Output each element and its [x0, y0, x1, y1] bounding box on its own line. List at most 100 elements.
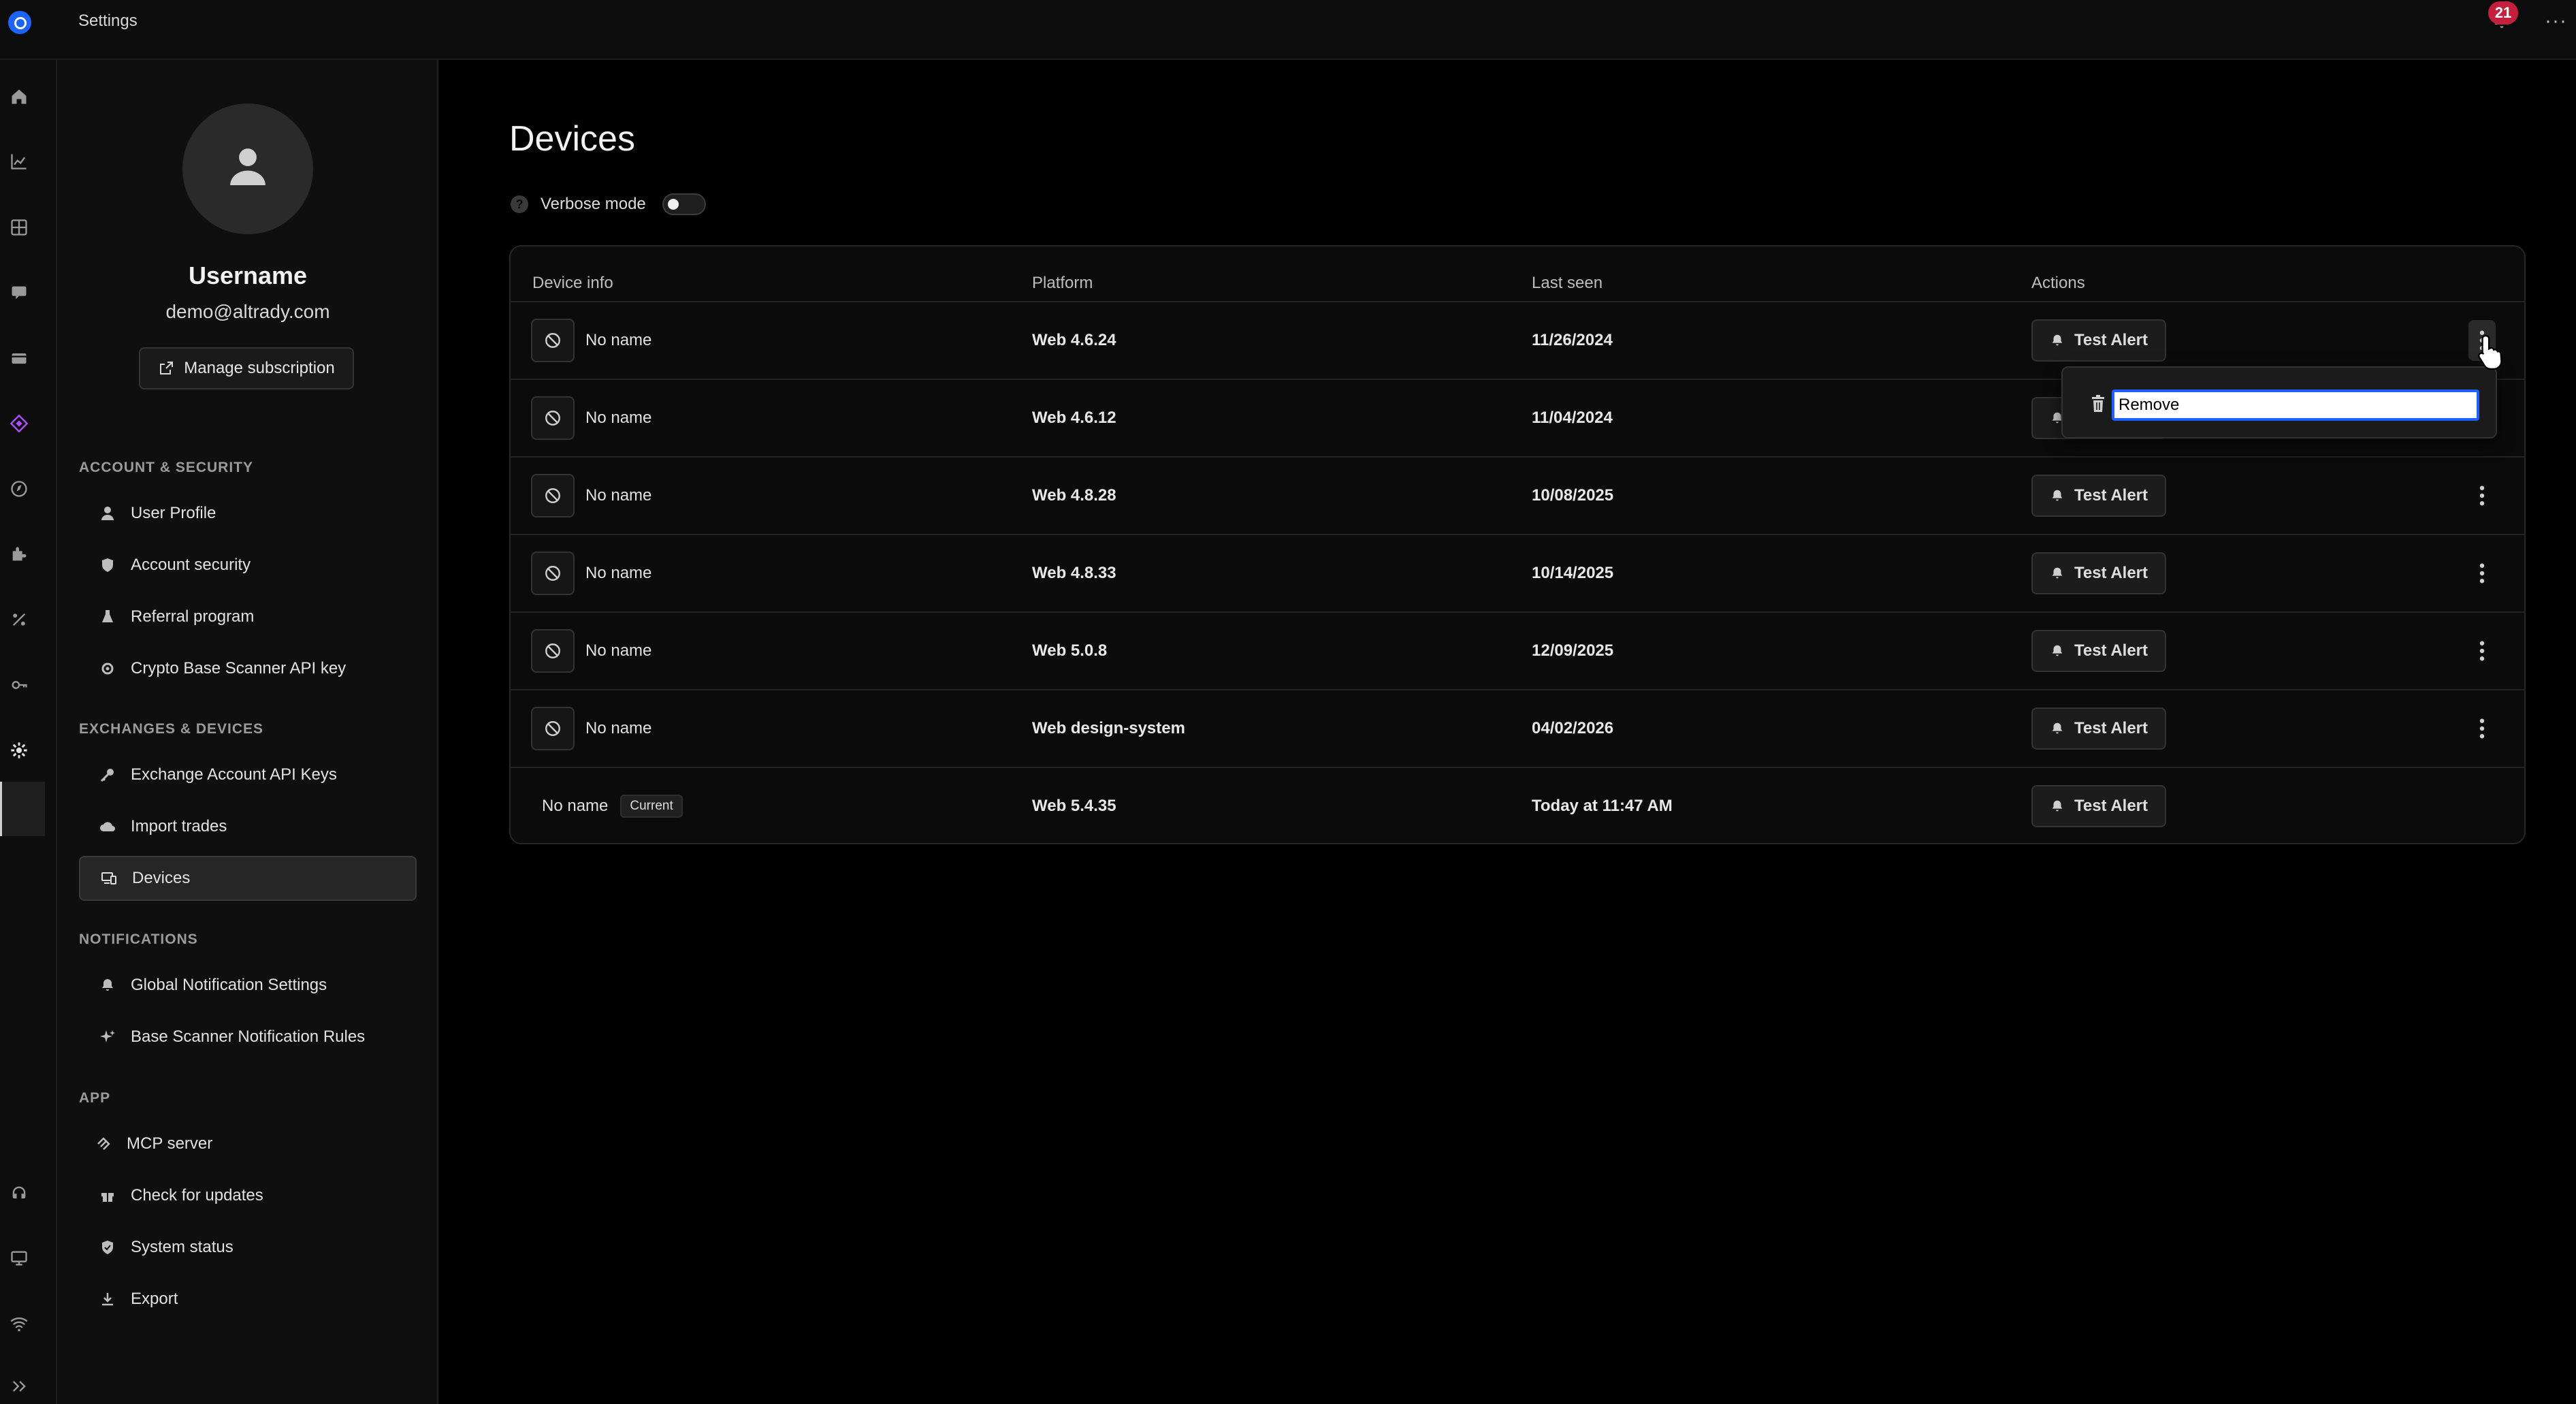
- expand-icon[interactable]: [10, 1377, 29, 1396]
- sidebar-item-mcp-server[interactable]: MCP server: [79, 1121, 417, 1166]
- column-header-device-info: Device info: [532, 274, 613, 292]
- platform-cell: Web 5.0.8: [1032, 641, 1108, 660]
- test-alert-button[interactable]: Test Alert: [2031, 475, 2166, 517]
- download-icon: [102, 1293, 113, 1306]
- row-more-options-icon[interactable]: [2468, 553, 2496, 594]
- profile-email: demo@altrady.com: [165, 301, 330, 322]
- chart-icon[interactable]: [10, 152, 29, 171]
- chat-icon[interactable]: [10, 283, 29, 302]
- sidebar-item-label: Crypto Base Scanner API key: [131, 659, 347, 677]
- more-menu-icon[interactable]: ···: [2545, 10, 2567, 33]
- sidebar-item-label: Exchange Account API Keys: [131, 765, 337, 784]
- notification-count-badge[interactable]: 21: [2488, 1, 2518, 25]
- app-logo[interactable]: [8, 11, 31, 34]
- row-more-options-icon[interactable]: [2468, 708, 2496, 749]
- device-name: No name: [585, 486, 652, 505]
- last-seen-cell: 11/26/2024: [1532, 331, 1613, 349]
- sidebar-item-exchange-api-keys[interactable]: Exchange Account API Keys: [79, 752, 417, 797]
- test-alert-label: Test Alert: [2074, 719, 2148, 737]
- manage-subscription-label: Manage subscription: [184, 359, 335, 377]
- sidebar-item-label: User Profile: [131, 504, 216, 522]
- actions-cell: Test Alert: [2031, 535, 2166, 611]
- device-name: No name: [585, 409, 652, 427]
- device-info-cell: No name: [531, 535, 651, 611]
- device-name: No name: [585, 331, 652, 349]
- device-info-cell: No name: [531, 690, 651, 767]
- sidebar-item-label: Account security: [131, 556, 251, 574]
- test-alert-label: Test Alert: [2074, 564, 2148, 582]
- tag-icon[interactable]: [10, 414, 29, 433]
- device-blocked-icon: [531, 474, 575, 517]
- row-more-options-icon[interactable]: [2468, 475, 2496, 516]
- wallet-icon[interactable]: [10, 349, 29, 368]
- test-alert-button[interactable]: Test Alert: [2031, 630, 2166, 672]
- test-alert-button[interactable]: Test Alert: [2031, 552, 2166, 594]
- table-row: No name Web 5.0.8 12/09/2025 Test Alert: [511, 611, 2524, 689]
- verbose-mode-toggle[interactable]: [662, 193, 706, 215]
- devices-icon: [101, 872, 116, 884]
- device-blocked-icon: [531, 552, 575, 595]
- puzzle-icon[interactable]: [10, 545, 29, 564]
- gear-icon[interactable]: [10, 741, 29, 760]
- help-icon[interactable]: ?: [511, 195, 528, 213]
- row-more-options-icon[interactable]: [2468, 631, 2496, 671]
- section-title-account: ACCOUNT & SECURITY: [79, 460, 254, 475]
- last-seen-cell: Today at 11:47 AM: [1532, 797, 1673, 815]
- bell-icon: [2050, 643, 2065, 658]
- top-bar: Settings 21 ···: [0, 0, 2576, 60]
- devices-table: Device info Platform Last seen Actions N…: [509, 245, 2526, 844]
- remove-device-option[interactable]: [2112, 389, 2479, 421]
- last-seen-cell: 10/14/2025: [1532, 564, 1614, 582]
- test-alert-button[interactable]: Test Alert: [2031, 707, 2166, 750]
- test-alert-button[interactable]: Test Alert: [2031, 319, 2166, 362]
- device-name: No name: [585, 564, 652, 582]
- grid-icon[interactable]: [10, 218, 29, 237]
- compass-icon[interactable]: [10, 479, 29, 498]
- device-info-cell: No name: [531, 380, 651, 456]
- home-icon[interactable]: [10, 87, 29, 106]
- device-info-cell: No name Current: [531, 768, 683, 844]
- key-icon[interactable]: [10, 675, 29, 695]
- bell-icon: [2050, 333, 2065, 348]
- external-link-icon: [160, 362, 174, 374]
- user-icon: [101, 507, 114, 520]
- sidebar-item-export[interactable]: Export: [79, 1277, 417, 1322]
- device-blocked-icon: [531, 629, 575, 673]
- shield-icon: [102, 558, 113, 572]
- window-title: Settings: [78, 12, 138, 30]
- mouse-cursor-icon: [2478, 334, 2502, 370]
- support-icon[interactable]: [10, 1183, 29, 1202]
- sidebar-item-user-profile[interactable]: User Profile: [79, 491, 417, 536]
- sidebar-item-label: Import trades: [131, 817, 227, 835]
- user-icon: [230, 148, 265, 185]
- wifi-icon[interactable]: [10, 1314, 29, 1333]
- sidebar-item-base-scanner-rules[interactable]: Base Scanner Notification Rules: [79, 1015, 417, 1059]
- sparkle-icon: [100, 1030, 115, 1042]
- gift-icon: [101, 1193, 114, 1202]
- verbose-mode-label: Verbose mode: [541, 195, 646, 213]
- platform-cell: Web design-system: [1032, 719, 1185, 737]
- sidebar-item-global-notification-settings[interactable]: Global Notification Settings: [79, 963, 417, 1008]
- sidebar-item-check-updates[interactable]: Check for updates: [79, 1173, 417, 1218]
- sidebar-item-import-trades[interactable]: Import trades: [79, 804, 417, 849]
- sidebar-item-devices[interactable]: Devices: [79, 856, 417, 901]
- table-row: No name Web design-system 04/02/2026 Test A…: [511, 689, 2524, 767]
- test-alert-button[interactable]: Test Alert: [2031, 785, 2166, 827]
- sidebar-item-label: Check for updates: [131, 1186, 263, 1204]
- bell-icon: [102, 979, 113, 991]
- sidebar-item-system-status[interactable]: System status: [79, 1225, 417, 1270]
- device-name: No name: [585, 641, 652, 660]
- cog-icon: [101, 663, 114, 675]
- section-title-notifications: NOTIFICATIONS: [79, 931, 198, 947]
- manage-subscription-button[interactable]: Manage subscription: [139, 347, 354, 389]
- sidebar-item-cbs-api-key[interactable]: Crypto Base Scanner API key: [79, 646, 417, 691]
- sidebar-item-referral-program[interactable]: Referral program: [79, 594, 417, 639]
- cloud-upload-icon: [100, 822, 115, 831]
- last-seen-cell: 04/02/2026: [1532, 719, 1614, 737]
- percent-icon[interactable]: [10, 610, 29, 629]
- actions-cell: Test Alert: [2031, 613, 2166, 689]
- desktop-icon[interactable]: [10, 1249, 29, 1268]
- table-row: No name Web 4.8.28 10/08/2025 Test Alert: [511, 456, 2524, 534]
- test-alert-label: Test Alert: [2074, 331, 2148, 349]
- sidebar-item-account-security[interactable]: Account security: [79, 543, 417, 588]
